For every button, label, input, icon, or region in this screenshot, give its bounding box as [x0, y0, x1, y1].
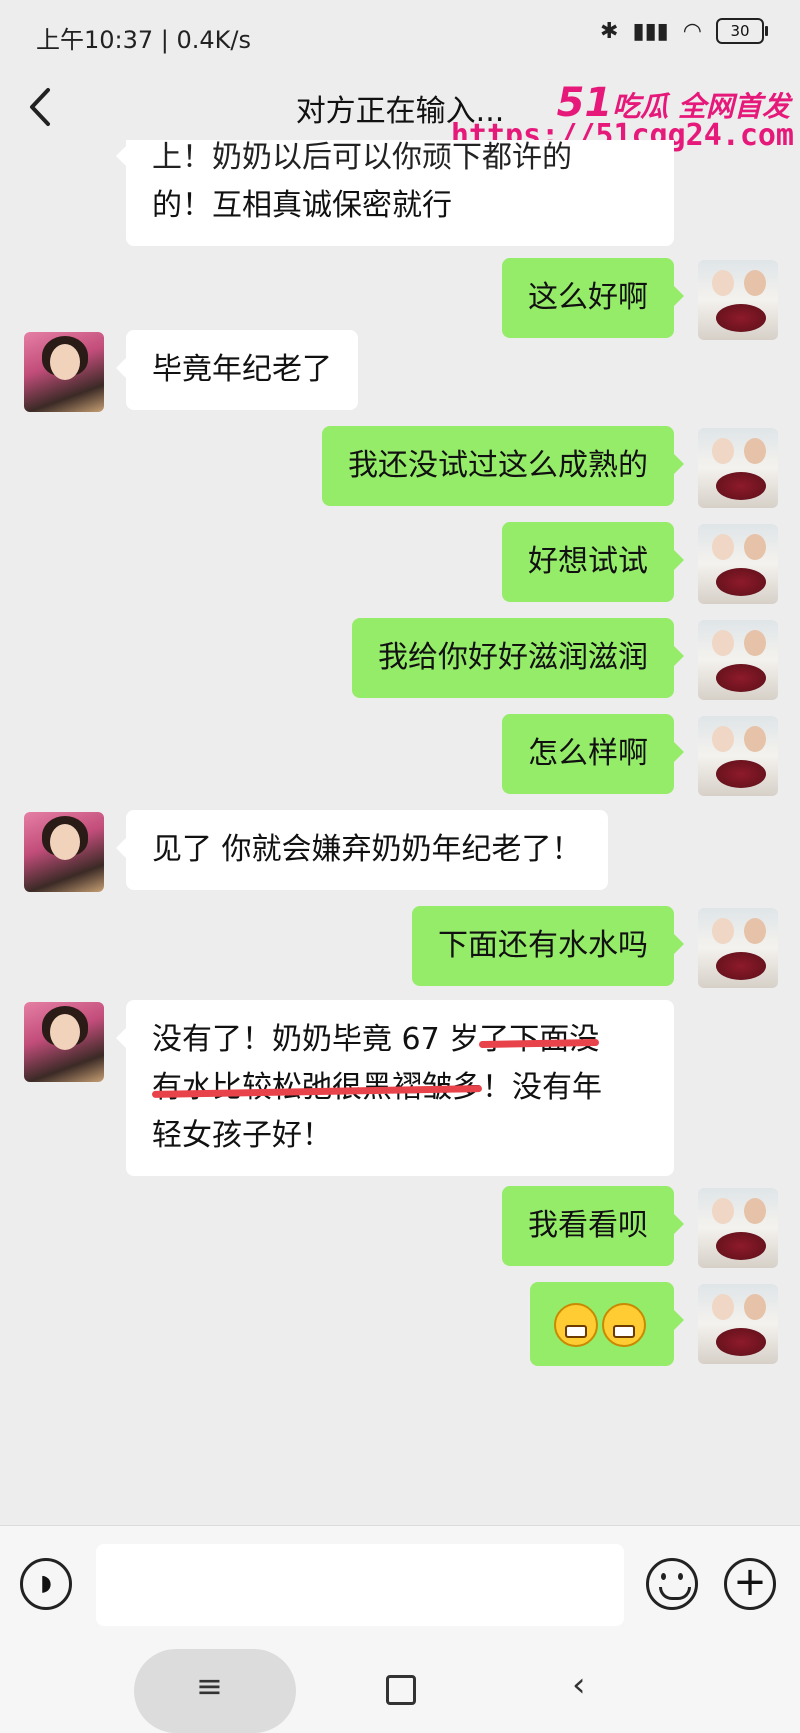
my-avatar[interactable]	[698, 1284, 778, 1364]
grin-emoji-icon	[554, 1302, 598, 1347]
message-bubble-outgoing[interactable]	[530, 1282, 684, 1366]
my-avatar[interactable]	[698, 1188, 778, 1268]
home-icon[interactable]	[386, 1675, 416, 1705]
my-avatar[interactable]	[698, 620, 778, 700]
my-avatar[interactable]	[698, 428, 778, 508]
redacted-text: 了下面没	[479, 1022, 600, 1057]
message-bubble-incoming[interactable]: 毕竟年纪老了	[116, 330, 358, 410]
message-input[interactable]	[96, 1544, 624, 1626]
bluetooth-icon: ✱	[600, 18, 619, 44]
my-avatar[interactable]	[698, 716, 778, 796]
nav-back-icon[interactable]: ‹	[572, 1665, 586, 1705]
message-list[interactable]: 上！奶奶以后可以你顽下都许的 的！互相真诚保密就行 这么好啊 毕竟年纪老了 我还…	[0, 140, 800, 1525]
status-time: 上午10:37 | 0.4K/s	[36, 26, 252, 54]
my-avatar[interactable]	[698, 908, 778, 988]
redacted-text: 有水比较松弛很黑褶皱多	[152, 1070, 482, 1105]
status-icons: ✱ ▮▮▮ ◠ 30	[600, 18, 768, 44]
message-bubble-outgoing[interactable]: 这么好啊	[502, 258, 684, 338]
message-bubble-outgoing[interactable]: 好想试试	[502, 522, 684, 602]
message-bubble-outgoing[interactable]: 我还没试过这么成熟的	[322, 426, 684, 506]
message-bubble-outgoing[interactable]: 我给你好好滋润滋润	[352, 618, 684, 698]
menu-icon[interactable]: ≡	[196, 1667, 223, 1705]
message-bubble-outgoing[interactable]: 怎么样啊	[502, 714, 684, 794]
emoji-button[interactable]	[646, 1558, 698, 1610]
message-bubble-incoming[interactable]: 上！奶奶以后可以你顽下都许的 的！互相真诚保密就行	[116, 140, 674, 246]
wifi-icon: ◠	[682, 18, 702, 44]
contact-avatar[interactable]	[24, 812, 104, 892]
system-nav-bar: ≡ ‹	[0, 1645, 800, 1733]
contact-avatar[interactable]	[24, 332, 104, 412]
input-bar: ◗ +	[0, 1525, 800, 1646]
message-bubble-incoming[interactable]: 没有了！奶奶毕竟 67 岁了下面没 有水比较松弛很黑褶皱多！没有年 轻女孩子好！	[116, 1000, 674, 1176]
message-bubble-outgoing[interactable]: 下面还有水水吗	[412, 906, 684, 986]
plus-icon: +	[733, 1559, 767, 1605]
voice-icon: ◗	[40, 1571, 52, 1596]
contact-avatar[interactable]	[24, 1002, 104, 1082]
status-bar: 上午10:37 | 0.4K/s ✱ ▮▮▮ ◠ 30	[0, 0, 800, 72]
grin-emoji-icon	[602, 1302, 646, 1347]
my-avatar[interactable]	[698, 260, 778, 340]
my-avatar[interactable]	[698, 524, 778, 604]
voice-input-button[interactable]: ◗	[20, 1558, 72, 1610]
signal-icon: ▮▮▮	[632, 18, 669, 44]
message-bubble-incoming[interactable]: 见了 你就会嫌弃奶奶年纪老了！	[116, 810, 608, 890]
more-options-button[interactable]: +	[724, 1558, 776, 1610]
message-bubble-outgoing[interactable]: 我看看呗	[502, 1186, 684, 1266]
battery-icon: 30	[716, 18, 768, 44]
